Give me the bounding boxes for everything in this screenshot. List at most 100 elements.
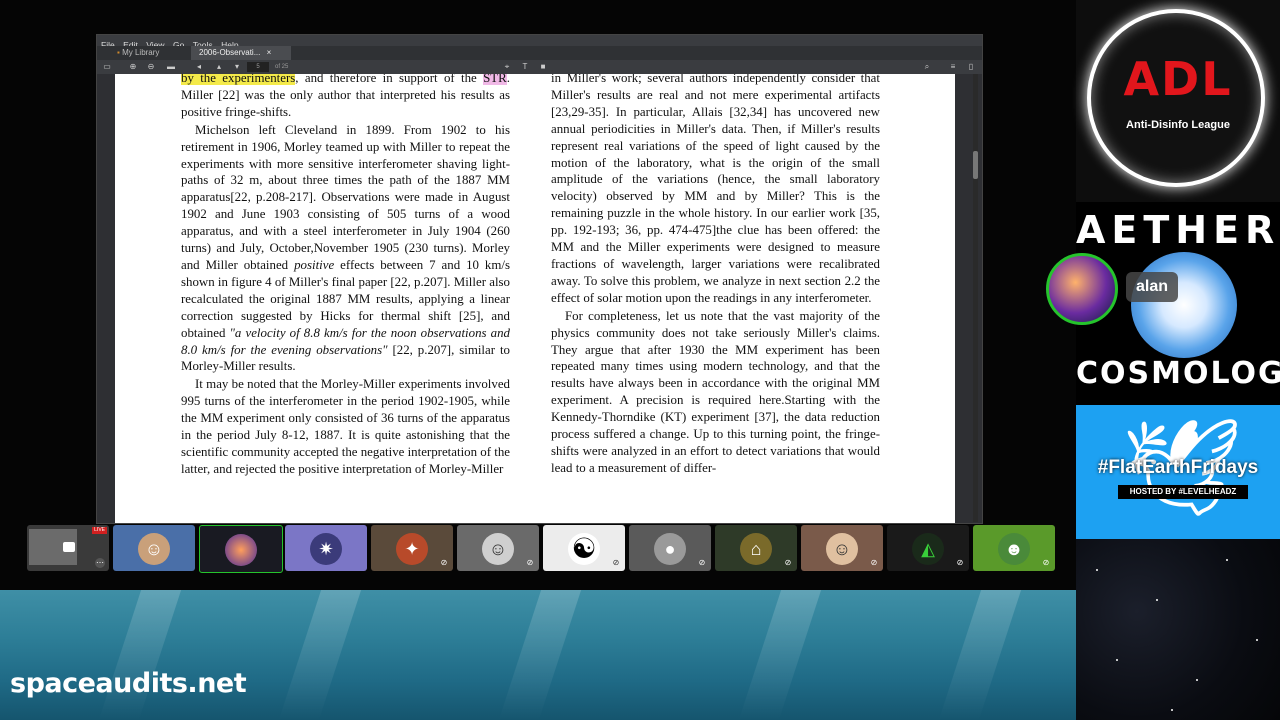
sidebar-toggle-icon[interactable]: ▭ <box>103 63 111 71</box>
ocean-banner <box>0 590 1076 720</box>
active-speaker-avatar[interactable] <box>1046 253 1118 325</box>
tab-bar: ▪ My Library 2006-Observati... × <box>97 46 982 60</box>
menu-bar: File Edit View Go Tools Help <box>97 35 982 50</box>
pdf-reader-window: File Edit View Go Tools Help ▪ My Librar… <box>96 34 983 524</box>
tab-label: 2006-Observati... <box>199 48 261 57</box>
mic-muted-icon: ⊘ <box>526 558 534 567</box>
highlight-tool-icon[interactable]: ■ <box>539 63 547 71</box>
right-column: in Miller's work; several authors indepe… <box>551 74 880 478</box>
avatar: ✷ <box>310 533 342 565</box>
light-ray <box>278 590 362 720</box>
star <box>1116 659 1118 661</box>
left-column: by the experimenters, and therefore in s… <box>181 74 510 479</box>
participant-tile[interactable]: ⌂ ⊘ <box>715 525 797 571</box>
emphasis: positive <box>294 257 335 272</box>
cosmology-word: COSMOLOGY <box>1076 356 1280 391</box>
participant-tile-screen[interactable]: LIVE ⋯ <box>27 525 109 571</box>
participant-tile[interactable]: ☺ ⊘ <box>801 525 883 571</box>
globe-icon <box>1131 252 1237 358</box>
participant-tile[interactable] <box>199 525 283 573</box>
star <box>1156 599 1158 601</box>
avatar: ☺ <box>138 533 170 565</box>
paragraph: It may be noted that the Morley-Miller e… <box>181 377 510 476</box>
site-watermark: spaceaudits.net <box>10 668 247 699</box>
starfield <box>1076 539 1280 720</box>
avatar: ☻ <box>998 533 1030 565</box>
select-tool-icon[interactable]: ⌖ <box>503 63 511 71</box>
adl-letters: ADL <box>1123 52 1233 106</box>
paragraph: in Miller's work; several authors indepe… <box>551 74 880 305</box>
page-down-icon[interactable]: ▾ <box>233 63 241 71</box>
mic-muted-icon: ⊘ <box>870 558 878 567</box>
participant-tile[interactable]: ☺ <box>113 525 195 571</box>
document-viewer[interactable]: by the experimenters, and therefore in s… <box>97 74 982 523</box>
participant-tile[interactable]: ✦ ⊘ <box>371 525 453 571</box>
yin-yang-icon: ☯ <box>568 533 600 565</box>
adl-subtitle: Anti-Disinfo League <box>1126 119 1230 131</box>
right-sidebar-overlays: ADL Anti-Disinfo League AETHER COSMOLOGY… <box>1076 0 1280 720</box>
star <box>1226 559 1228 561</box>
paragraph: by the experimenters, and therefore in s… <box>181 74 510 121</box>
adl-logo: ADL Anti-Disinfo League <box>1076 0 1280 202</box>
participant-tile[interactable]: ☯ ⊘ <box>543 525 625 571</box>
host-caption: HOSTED BY #LEVELHEADZ <box>1118 485 1248 499</box>
light-ray <box>938 590 1022 720</box>
participant-tile[interactable]: ✷ <box>285 525 367 571</box>
zoom-out-icon[interactable]: ⊖ <box>147 63 155 71</box>
avatar <box>225 534 257 566</box>
paragraph: Michelson left Cleveland in 1899. From 1… <box>181 122 510 376</box>
mic-muted-icon: ⊘ <box>1042 558 1050 567</box>
tab-document[interactable]: 2006-Observati... × <box>191 46 291 60</box>
avatar: ✦ <box>396 533 428 565</box>
paragraph: For completeness, let us note that the v… <box>551 308 880 475</box>
text-run: Michelson left Cleveland in 1899. From 1… <box>181 122 510 272</box>
participant-tile[interactable]: ☻ ⊘ <box>973 525 1055 571</box>
star <box>1196 679 1198 681</box>
text-tool-icon[interactable]: T <box>521 63 529 71</box>
fit-page-icon[interactable]: ▬ <box>167 63 175 71</box>
mic-muted-icon: ⊘ <box>440 558 448 567</box>
toolbar: ▭ ⊕ ⊖ ▬ ◂ ▴ ▾ 5 of 25 ⌖ T ■ ⌕ ≡ ▯ <box>97 60 982 74</box>
highlight-annotation[interactable]: STR <box>483 74 507 85</box>
avatar: ☺ <box>826 533 858 565</box>
page-count: of 25 <box>275 64 289 70</box>
pdf-page[interactable]: by the experimenters, and therefore in s… <box>115 74 955 523</box>
hashtag: #FlatEarthFridays <box>1097 457 1259 478</box>
light-ray <box>738 590 822 720</box>
light-ray <box>498 590 582 720</box>
participant-tile[interactable]: ☺ ⊘ <box>457 525 539 571</box>
live-badge: LIVE <box>92 527 107 534</box>
star <box>1096 569 1098 571</box>
mic-muted-icon: ⊘ <box>956 558 964 567</box>
zoom-in-icon[interactable]: ⊕ <box>129 63 137 71</box>
prev-page-icon[interactable]: ◂ <box>195 63 203 71</box>
text-run: , and therefore in support of the <box>295 74 477 85</box>
mic-muted-icon: ⊘ <box>784 558 792 567</box>
avatar: ☺ <box>482 533 514 565</box>
close-icon[interactable]: × <box>267 48 272 57</box>
more-options-icon[interactable]: ⋯ <box>95 558 105 568</box>
mic-muted-icon: ⊘ <box>698 558 706 567</box>
avatar: ⌂ <box>740 533 772 565</box>
light-ray <box>98 590 182 720</box>
camera-icon <box>63 542 75 552</box>
participant-tile[interactable]: ● ⊘ <box>629 525 711 571</box>
scrollbar[interactable] <box>973 74 978 522</box>
star <box>1256 639 1258 641</box>
tab-label: My Library <box>122 48 160 57</box>
menu-icon[interactable]: ≡ <box>949 63 957 71</box>
sidebar-right-icon[interactable]: ▯ <box>967 63 975 71</box>
scrollbar-thumb[interactable] <box>973 151 978 179</box>
star <box>1171 709 1173 711</box>
page-number-input[interactable]: 5 <box>247 62 269 72</box>
tab-my-library[interactable]: ▪ My Library <box>109 46 197 60</box>
avatar: ● <box>654 533 686 565</box>
aether-word: AETHER <box>1076 208 1280 252</box>
highlight-annotation[interactable]: by the experimenters <box>181 74 296 85</box>
search-icon[interactable]: ⌕ <box>923 63 931 71</box>
flat-earth-fridays-banner: 🕊 #FlatEarthFridays HOSTED BY #LEVELHEAD… <box>1076 405 1280 539</box>
participant-strip: LIVE ⋯ ☺ ✷ ✦ ⊘ ☺ ⊘ ☯ ⊘ ● ⊘ ⌂ ⊘ ☺ ⊘ ◭ ⊘ ☻… <box>27 525 1055 573</box>
avatar: ◭ <box>912 533 944 565</box>
participant-tile[interactable]: ◭ ⊘ <box>887 525 969 571</box>
page-up-icon[interactable]: ▴ <box>215 63 223 71</box>
